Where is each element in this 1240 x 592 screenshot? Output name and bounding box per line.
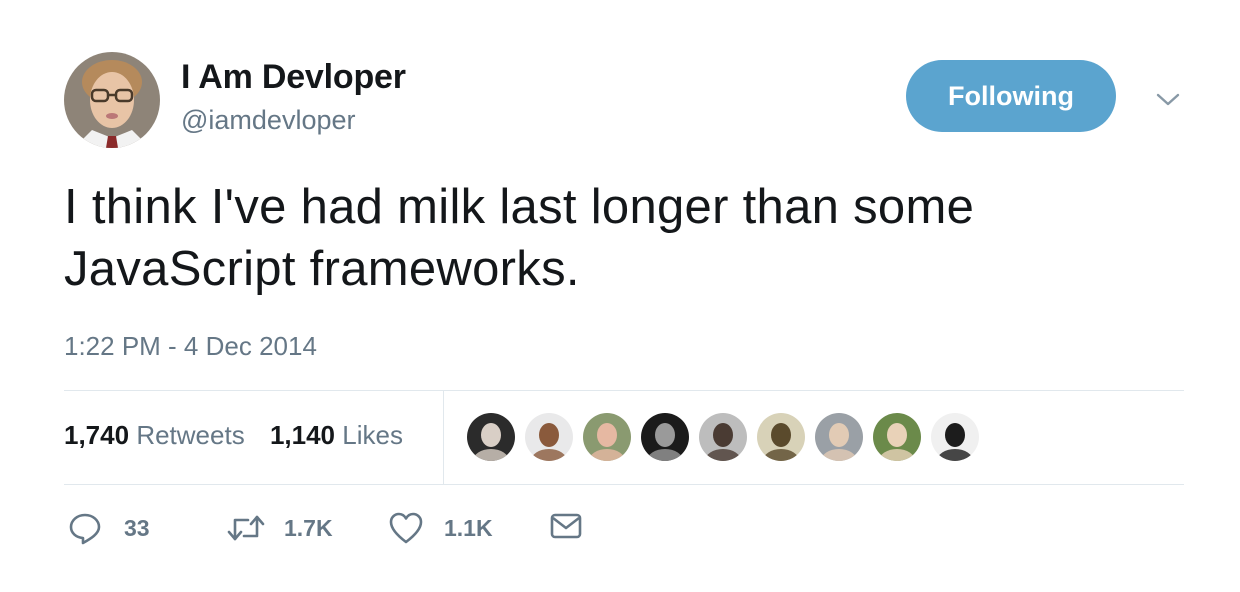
likes-stat[interactable]: 1,140 Likes [270, 420, 403, 451]
tweet-stats: 1,740 Retweets 1,140 Likes [64, 420, 403, 451]
likes-count: 1,140 [269, 420, 336, 450]
tweet-text: I think I've had milk last longer than s… [64, 176, 1184, 300]
retweet-icon [226, 511, 266, 545]
author-avatar[interactable] [64, 52, 160, 148]
tweet-card: I Am Devloper @iamdevloper Following I t… [0, 0, 1240, 592]
liker-avatar-6[interactable] [757, 413, 805, 461]
author-display-name[interactable]: I Am Devloper [181, 58, 406, 97]
tweet-text-line-2: JavaScript frameworks. [64, 242, 580, 296]
likes-label: Likes [342, 420, 403, 450]
liker-avatar-5[interactable] [699, 413, 747, 461]
retweet-count: 1.7K [284, 514, 333, 541]
reply-button[interactable]: 33 [68, 511, 150, 545]
liker-avatar-4[interactable] [641, 413, 689, 461]
retweets-label: Retweets [136, 420, 245, 450]
stats-separator [443, 391, 444, 484]
direct-message-button[interactable] [549, 511, 583, 541]
tweet-timestamp[interactable]: 1:22 PM - 4 Dec 2014 [64, 331, 317, 362]
like-button[interactable]: 1.1K [388, 511, 493, 545]
liker-avatars [467, 413, 989, 463]
author-handle[interactable]: @iamdevloper [181, 105, 356, 136]
tweet-text-line-1: I think I've had milk last longer than s… [64, 180, 975, 234]
liker-avatar-7[interactable] [815, 413, 863, 461]
like-count: 1.1K [444, 514, 493, 541]
reply-count: 33 [124, 514, 150, 541]
divider [64, 390, 1184, 391]
liker-avatar-3[interactable] [583, 413, 631, 461]
following-button[interactable]: Following [906, 60, 1116, 132]
envelope-icon [549, 511, 583, 541]
chevron-down-icon[interactable] [1154, 89, 1182, 109]
liker-avatar-9[interactable] [931, 413, 979, 461]
retweets-stat[interactable]: 1,740 Retweets [64, 420, 245, 451]
retweets-count: 1,740 [64, 420, 130, 450]
liker-avatar-2[interactable] [525, 413, 573, 461]
retweet-button[interactable]: 1.7K [226, 511, 333, 545]
reply-icon [68, 511, 102, 545]
liker-avatar-1[interactable] [467, 413, 515, 461]
liker-avatar-8[interactable] [873, 413, 921, 461]
heart-icon [388, 511, 424, 545]
divider [64, 484, 1184, 485]
